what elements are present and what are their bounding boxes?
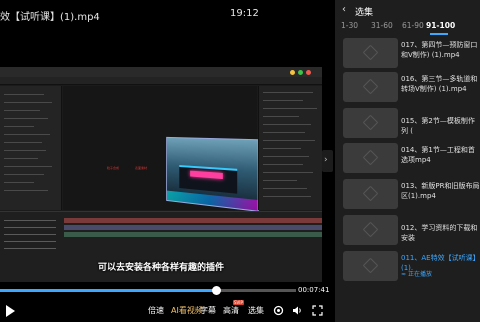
episode-item[interactable]: 012、学习资料的下载和安装 <box>335 215 480 245</box>
episode-thumbnail <box>343 38 398 68</box>
fullscreen-icon[interactable] <box>312 305 323 316</box>
episode-title: 012、学习资料的下载和安装 <box>401 224 478 242</box>
settings-icon[interactable] <box>273 305 284 316</box>
episode-range-tabs: 1-30 31-60 61-90 91-100 <box>335 20 480 34</box>
subtitle-button[interactable]: 字幕 <box>200 305 216 316</box>
3d-scene-card <box>166 136 259 212</box>
window-maximize-icon <box>298 70 303 75</box>
quality-button[interactable]: 高清 <box>223 305 239 316</box>
episode-title: 013、新版PR和旧版布局区(1).mp4 <box>401 182 480 200</box>
current-time: 00:07:41 <box>298 286 330 294</box>
comp-label: 粒子合成 <box>107 166 120 170</box>
progress-fill <box>0 289 217 292</box>
tab-31-60[interactable]: 31-60 <box>371 21 393 30</box>
volume-icon[interactable] <box>292 305 303 316</box>
now-playing-status: ≈ 正在播放 <box>401 271 432 278</box>
placeholder-icon <box>362 221 379 238</box>
ae-window-titlebar <box>0 67 322 77</box>
episode-item[interactable]: 017、第四节—预防窗口和V制作) (1).mp4 <box>335 38 480 68</box>
placeholder-icon <box>362 185 379 202</box>
tab-91-100[interactable]: 91-100 <box>426 21 455 30</box>
placeholder-icon <box>362 257 379 274</box>
comp-label: 表面素材 <box>135 166 148 170</box>
video-frame[interactable]: 粒子合成 表面素材 可以去安装各种各样有趣的插件 <box>0 67 322 282</box>
video-player[interactable]: 效【试听课】(1).mp4 19:12 粒子合成 表面素材 可以去安装各种各样有… <box>0 0 333 322</box>
system-clock: 19:12 <box>230 8 259 19</box>
episode-thumbnail <box>343 72 398 102</box>
episode-thumbnail <box>343 179 398 209</box>
window-close-icon <box>306 70 311 75</box>
window-minimize-icon <box>290 70 295 75</box>
episode-item[interactable]: 013、新版PR和旧版布局区(1).mp4 <box>335 179 480 209</box>
video-subtitle: 可以去安装各种各样有趣的插件 <box>97 263 224 273</box>
ai-button[interactable]: AI看视频 <box>171 305 203 316</box>
play-icon[interactable] <box>6 305 15 317</box>
episodes-button[interactable]: 选集 <box>248 305 264 316</box>
episode-item[interactable]: 015、第2节—模板制作列 ( <box>335 108 480 138</box>
placeholder-icon <box>362 114 379 131</box>
chevron-left-icon[interactable]: ‹ <box>342 4 346 15</box>
tab-1-30[interactable]: 1-30 <box>341 21 358 30</box>
panel-header: ‹ 选集 <box>335 0 480 20</box>
episode-thumbnail <box>343 251 398 281</box>
ae-menubar <box>0 77 322 85</box>
placeholder-icon <box>362 78 379 95</box>
episode-item[interactable]: 016、第三节—多轨道和转场V制作) (1).mp4 <box>335 72 480 102</box>
episode-item-current[interactable]: 011、AE特效【试听课】(1). ≈ 正在播放 <box>335 251 480 281</box>
chevron-right-icon: › <box>324 155 328 165</box>
episode-title: 014、第1节—工程和首选项mp4 <box>401 146 475 164</box>
panel-collapse-button[interactable]: › <box>322 150 333 172</box>
progress-knob[interactable] <box>212 286 222 295</box>
episode-item[interactable]: 014、第1节—工程和首选项mp4 <box>335 143 480 173</box>
ae-composition-viewer: 粒子合成 表面素材 <box>63 86 259 212</box>
progress-bar[interactable] <box>0 286 296 295</box>
ae-project-panel <box>0 86 62 210</box>
ae-effects-panel <box>258 86 322 210</box>
episode-thumbnail <box>343 108 398 138</box>
svip-badge: SVIP <box>233 300 244 305</box>
episode-title: 016、第三节—多轨道和转场V制作) (1).mp4 <box>401 75 478 93</box>
placeholder-icon <box>362 44 379 61</box>
active-tab-indicator <box>430 33 448 35</box>
speed-button[interactable]: 倍速 <box>148 305 164 316</box>
episode-thumbnail <box>343 143 398 173</box>
episode-panel: ‹ 选集 1-30 31-60 61-90 91-100 017、第四节—预防窗… <box>335 0 480 322</box>
now-playing-label: 正在播放 <box>407 271 432 278</box>
tab-61-90[interactable]: 61-90 <box>402 21 424 30</box>
panel-title: 选集 <box>355 8 374 18</box>
placeholder-icon <box>362 149 379 166</box>
episode-thumbnail <box>343 215 398 245</box>
episode-title: 017、第四节—预防窗口和V制作) (1).mp4 <box>401 41 478 59</box>
video-title: 效【试听课】(1).mp4 <box>0 12 100 23</box>
episode-title: 015、第2节—模板制作列 ( <box>401 117 475 135</box>
